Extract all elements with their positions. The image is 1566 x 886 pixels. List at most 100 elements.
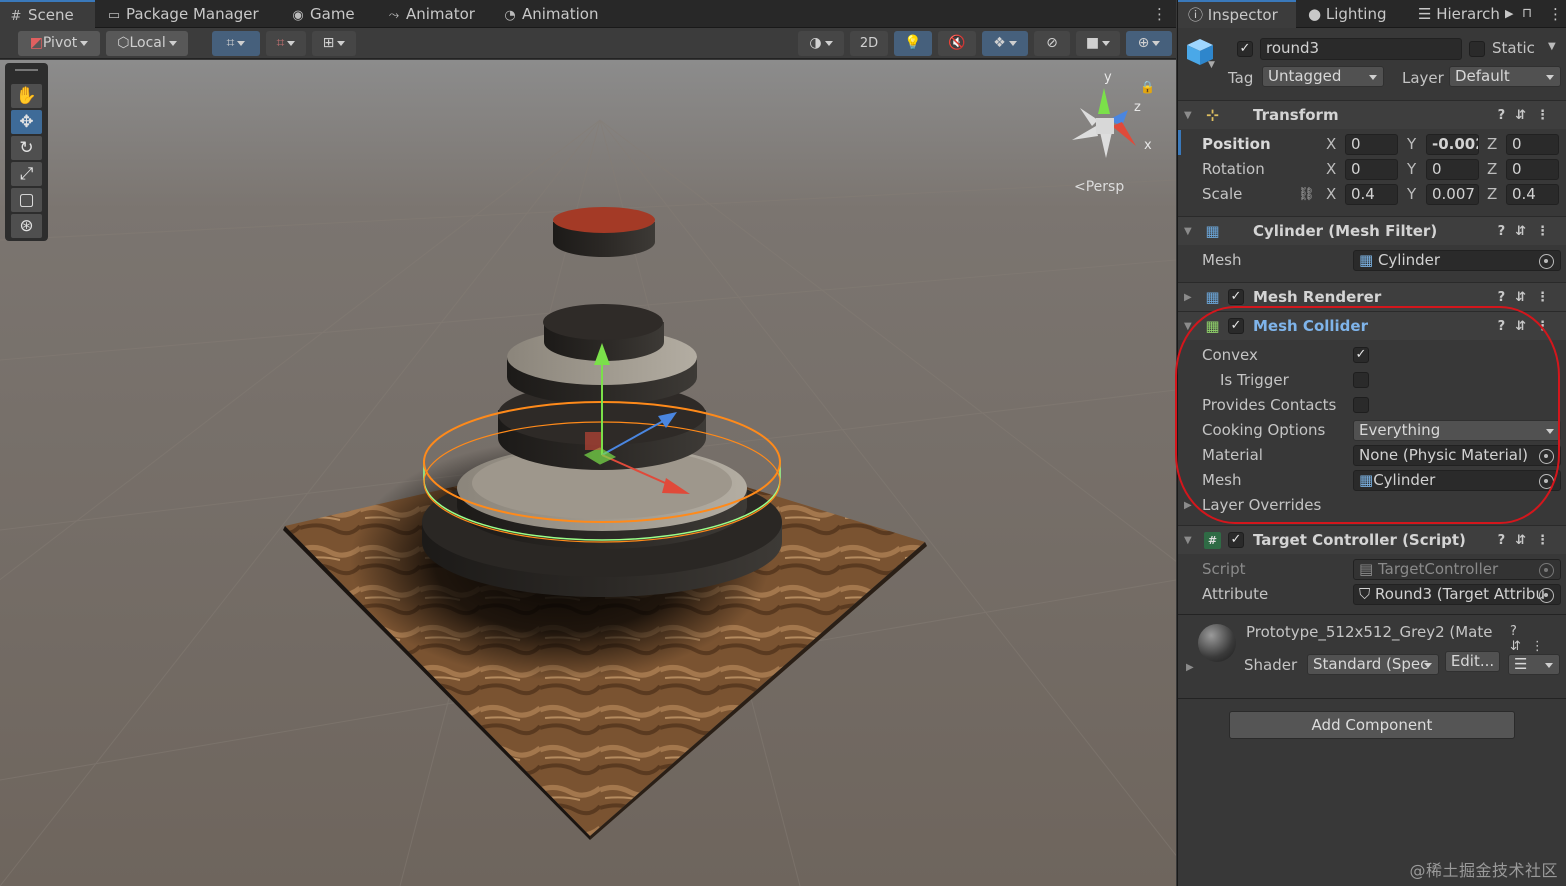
active-checkbox[interactable]: ✓ (1237, 41, 1253, 57)
scale-y-input[interactable]: 0.007 (1426, 184, 1479, 205)
tag-dropdown[interactable]: Untagged (1262, 66, 1384, 87)
local-toggle[interactable]: ⬡Local (106, 31, 188, 56)
transform-tool-button[interactable]: ⊛ (11, 214, 42, 238)
icon-dropdown-caret[interactable]: ▼ (1208, 60, 1215, 70)
gizmo-x-label: x (1144, 138, 1152, 153)
cube-outline-icon: ⬡ (117, 35, 130, 51)
scale-x-input[interactable]: 0.4 (1345, 184, 1398, 205)
expand-arrow-icon[interactable]: ▶ (1186, 662, 1194, 673)
mesh-filter-mesh-field[interactable]: ▦ Cylinder (1353, 250, 1561, 271)
mesh-renderer-enabled-checkbox[interactable]: ✓ (1228, 289, 1244, 305)
mesh-icon: ▦ (1359, 471, 1374, 489)
scale-tool-button[interactable]: ⤢ (11, 162, 42, 186)
eye-slash-icon: ⊘ (1046, 35, 1058, 51)
mesh-collider-header[interactable]: ▼ ▦ ✓ Mesh Collider ?⇵⋮ (1178, 311, 1566, 340)
camera-dropdown[interactable]: ■ (1076, 31, 1120, 56)
tab-lighting[interactable]: ● Lighting (1308, 0, 1408, 28)
tab-animator[interactable]: ⤳ Animator (386, 0, 486, 28)
layer-dropdown[interactable]: Default (1449, 66, 1561, 87)
material-name: Prototype_512x512_Grey2 (Mate (1246, 623, 1493, 641)
tab-animation[interactable]: ◔ Animation (502, 0, 612, 28)
grid-snap-button[interactable]: ⌗ (212, 31, 260, 56)
collider-mesh-field[interactable]: ▦Cylinder (1353, 470, 1561, 491)
component-header-buttons[interactable]: ?⇵⋮ (1498, 283, 1559, 312)
attribute-field[interactable]: ⛉ Round3 (Target Attribu (1353, 584, 1561, 605)
tab-package-manager[interactable]: ▭ Package Manager (106, 0, 276, 28)
rotation-x-input[interactable]: 0 (1345, 159, 1398, 180)
pivot-toggle[interactable]: ◩Pivot (18, 31, 100, 56)
projection-label[interactable]: <Persp (1074, 179, 1124, 195)
target-controller-header[interactable]: ▼ # ✓ Target Controller (Script) ?⇵⋮ (1178, 525, 1566, 554)
add-component-button[interactable]: Add Component (1229, 711, 1515, 739)
animator-icon: ⤳ (388, 8, 400, 23)
rect-tool-button[interactable]: ▢ (11, 188, 42, 212)
tab-game[interactable]: ◉ Game (290, 0, 370, 28)
component-header-buttons[interactable]: ?⇵⋮ (1498, 526, 1559, 555)
static-checkbox[interactable] (1469, 41, 1485, 57)
position-x-input[interactable]: 0 (1345, 134, 1398, 155)
convex-checkbox[interactable]: ✓ (1353, 347, 1369, 363)
mesh-collider-enabled-checkbox[interactable]: ✓ (1228, 318, 1244, 334)
scene-viewport[interactable] (0, 60, 1176, 886)
palette-handle[interactable] (15, 69, 38, 71)
effects-dropdown[interactable]: ❖ (982, 31, 1028, 56)
object-picker-icon[interactable] (1539, 474, 1554, 489)
move-tool-button[interactable]: ✥ (11, 110, 42, 134)
scene-toolbar: ◩Pivot ⬡Local ⌗ ⌗ ⊞ ◑ 2D 💡 🔇 ❖ ⊘ ■ ⊕ (0, 28, 1176, 59)
layer-overrides-row[interactable]: ▶ Layer Overrides (1178, 493, 1566, 518)
edit-shader-button[interactable]: Edit... (1445, 651, 1500, 672)
tab-scroll-right-icon[interactable]: ▶ (1505, 0, 1519, 28)
snap-increment-button[interactable]: ⌗ (266, 31, 306, 56)
object-picker-icon[interactable] (1539, 588, 1554, 603)
rotate-tool-button[interactable]: ↻ (11, 136, 42, 160)
tab-scene[interactable]: # Scene (0, 0, 95, 28)
hand-tool-button[interactable]: ✋ (11, 84, 42, 108)
lighting-toggle[interactable]: 💡 (894, 31, 932, 56)
shader-options-dropdown[interactable]: ☰ (1508, 654, 1560, 675)
mesh-filter-header[interactable]: ▼ ▦ Cylinder (Mesh Filter) ?⇵⋮ (1178, 216, 1566, 245)
grid-visibility-button[interactable]: ⊞ (312, 31, 356, 56)
shading-icon: ◑ (809, 35, 822, 51)
collider-mesh-row: Mesh ▦Cylinder (1178, 468, 1566, 493)
more-options-icon[interactable]: ⋮ (1152, 0, 1168, 28)
position-y-input[interactable]: -0.002 (1426, 134, 1479, 155)
scale-z-input[interactable]: 0.4 (1506, 184, 1559, 205)
component-header-buttons[interactable]: ?⇵⋮ (1498, 101, 1559, 130)
tab-hierarchy[interactable]: ☰ Hierarch (1418, 0, 1513, 28)
target-controller-enabled-checkbox[interactable]: ✓ (1228, 532, 1244, 548)
more-options-icon[interactable]: ⋮ (1548, 0, 1563, 28)
shader-dropdown[interactable]: Standard (Spec (1307, 654, 1439, 675)
gizmos-dropdown[interactable]: ⊕ (1126, 31, 1172, 56)
component-header-buttons[interactable]: ?⇵⋮ (1498, 312, 1559, 341)
audio-toggle[interactable]: 🔇 (938, 31, 976, 56)
provides-contacts-checkbox[interactable] (1353, 397, 1369, 413)
orientation-gizmo[interactable]: y z x 🔒 (1064, 70, 1160, 170)
draw-mode-dropdown[interactable]: ◑ (798, 31, 844, 56)
object-picker-icon[interactable] (1539, 449, 1554, 464)
component-header-buttons[interactable]: ?⇵⋮ (1498, 217, 1559, 246)
rotation-y-input[interactable]: 0 (1426, 159, 1479, 180)
position-z-input[interactable]: 0 (1506, 134, 1559, 155)
hidden-objects-toggle[interactable]: ⊘ (1034, 31, 1070, 56)
tag-label: Tag (1228, 69, 1254, 87)
mesh-grid-icon: ▦ (1205, 222, 1220, 240)
rotation-z-input[interactable]: 0 (1506, 159, 1559, 180)
lock-icon[interactable]: 🔒 (1140, 80, 1155, 94)
collider-material-row: Material None (Physic Material) (1178, 443, 1566, 468)
rotate-icon: ↻ (19, 138, 34, 158)
2d-toggle[interactable]: 2D (850, 31, 888, 56)
collider-material-field[interactable]: None (Physic Material) (1353, 445, 1561, 466)
cooking-options-dropdown[interactable]: Everything (1353, 420, 1561, 441)
transform-header[interactable]: ▼ ⊹ Transform ?⇵⋮ (1178, 100, 1566, 129)
is-trigger-checkbox[interactable] (1353, 372, 1369, 388)
object-picker-icon[interactable] (1539, 254, 1554, 269)
component-header-buttons[interactable]: ?⇵⋮ (1510, 624, 1566, 654)
persp-arrow-icon: < (1074, 179, 1086, 195)
tab-inspector[interactable]: ⓘ Inspector (1178, 0, 1296, 28)
object-name-input[interactable]: round3 (1260, 38, 1462, 60)
inspector-panel: ⓘ Inspector ● Lighting ☰ Hierarch ▶ ⊓ ⋮ … (1175, 0, 1566, 886)
lock-icon[interactable]: ⊓ (1522, 0, 1536, 28)
mesh-renderer-header[interactable]: ▶ ▦ ✓ Mesh Renderer ?⇵⋮ (1178, 282, 1566, 311)
static-dropdown-caret[interactable]: ▼ (1548, 41, 1556, 52)
constrain-proportions-icon[interactable]: ⛓ (1298, 182, 1315, 207)
